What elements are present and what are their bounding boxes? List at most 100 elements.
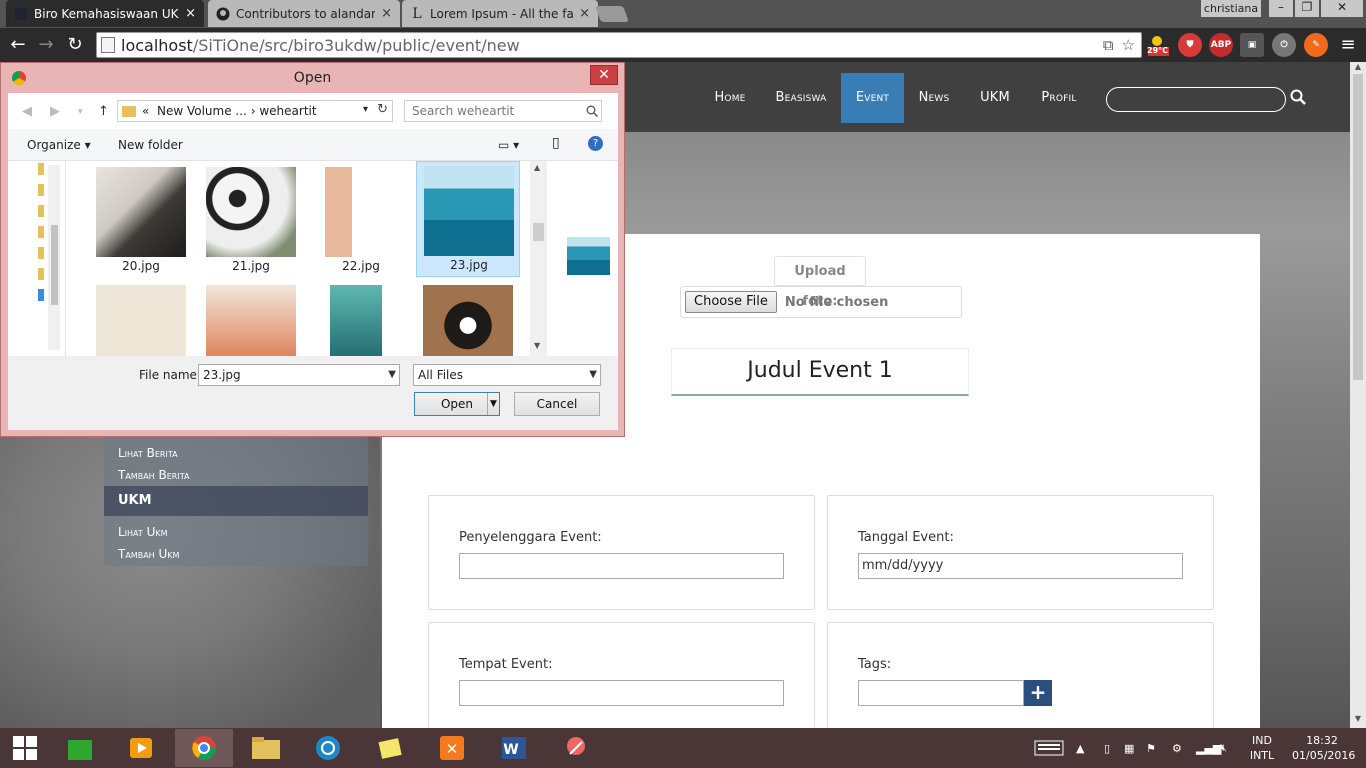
nav-profil[interactable]: Profil bbox=[1036, 73, 1082, 123]
tanggal-input[interactable]: mm/dd/yyyy bbox=[858, 553, 1183, 579]
file-type-dropdown-icon[interactable]: ▼ bbox=[589, 365, 597, 385]
language-indicator[interactable]: IND INTL bbox=[1244, 733, 1280, 763]
reload-icon[interactable]: ↻ bbox=[63, 33, 87, 57]
start-button[interactable] bbox=[0, 729, 50, 767]
taskbar-video-icon[interactable] bbox=[112, 729, 170, 767]
dialog-back-icon[interactable]: ◀ bbox=[22, 104, 32, 119]
scroll-up-icon[interactable]: ▲ bbox=[1350, 62, 1366, 74]
weather-extension-icon[interactable]: 29°C bbox=[1146, 33, 1170, 57]
nav-event[interactable]: Event bbox=[841, 73, 904, 123]
taskbar-word-icon[interactable]: W bbox=[485, 729, 543, 767]
translate-icon[interactable]: ⧉ bbox=[1103, 36, 1114, 54]
search-icon[interactable] bbox=[1290, 89, 1306, 105]
flag-icon[interactable]: ⚑ bbox=[1146, 728, 1156, 768]
network-share-icon[interactable]: ⚙ bbox=[1172, 728, 1182, 768]
taskbar-store-icon[interactable] bbox=[51, 729, 109, 767]
up-folder-icon[interactable]: ↑ bbox=[98, 104, 109, 119]
shield-extension-icon[interactable]: ▣ bbox=[1240, 33, 1264, 57]
path-dropdown-icon[interactable]: ▾ bbox=[363, 104, 368, 115]
window-close-button[interactable]: ✕ bbox=[1321, 0, 1363, 17]
tab-contributors[interactable]: Contributors to alandarm × bbox=[208, 0, 400, 27]
taskbar-sticky-notes-icon[interactable] bbox=[361, 729, 419, 767]
adblock-plus-icon[interactable]: ABP bbox=[1209, 33, 1233, 57]
nav-ukm[interactable]: UKM bbox=[975, 73, 1015, 123]
view-options-icon[interactable]: ▭ ▾ bbox=[498, 138, 519, 152]
action-center-icon[interactable]: ▦ bbox=[1124, 728, 1134, 768]
new-folder-button[interactable]: New folder bbox=[118, 138, 183, 152]
file-item-selected[interactable]: 23.jpg bbox=[416, 161, 520, 277]
site-search-input[interactable] bbox=[1106, 87, 1286, 112]
dialog-close-button[interactable]: ✕ bbox=[590, 65, 618, 85]
scroll-down-icon[interactable]: ▼ bbox=[1350, 714, 1366, 726]
tempat-input[interactable] bbox=[459, 680, 784, 706]
page-scrollbar[interactable]: ▲ ▼ bbox=[1350, 62, 1366, 728]
dialog-forward-icon[interactable]: ▶ bbox=[50, 104, 60, 119]
path-segment-volume[interactable]: New Volume ... bbox=[157, 104, 247, 118]
tab-lorem[interactable]: L Lorem Ipsum - All the fact × bbox=[402, 0, 598, 27]
nav-network-icon[interactable] bbox=[38, 289, 44, 301]
file-name-dropdown-icon[interactable]: ▼ bbox=[388, 365, 396, 385]
file-item[interactable]: 22.jpg bbox=[309, 163, 413, 279]
taskbar-app-icon[interactable] bbox=[299, 729, 357, 767]
open-split-dropdown-icon[interactable]: ▼ bbox=[487, 393, 499, 415]
profile-chip[interactable]: christiana bbox=[1201, 0, 1261, 17]
file-item[interactable] bbox=[416, 281, 520, 356]
recent-dropdown-icon[interactable]: ▾ bbox=[78, 107, 83, 117]
taskbar-snipping-icon[interactable] bbox=[547, 729, 605, 767]
folder-path-box[interactable]: « New Volume ... › weheartit ▾ ↻ bbox=[117, 100, 393, 122]
sidebar-tambah-ukm[interactable]: Tambah Ukm bbox=[118, 547, 179, 561]
refresh-icon[interactable]: ↻ bbox=[377, 102, 388, 117]
organize-button[interactable]: Organize ▾ bbox=[27, 138, 91, 152]
new-tab-button[interactable] bbox=[595, 6, 629, 22]
files-scroll-down-icon[interactable]: ▼ bbox=[534, 341, 540, 350]
nav-folder-icon[interactable] bbox=[38, 184, 44, 196]
taskbar-explorer-icon[interactable] bbox=[237, 729, 295, 767]
nav-folder-icon[interactable] bbox=[38, 163, 44, 175]
penyelenggara-input[interactable] bbox=[459, 553, 784, 579]
nav-news[interactable]: News bbox=[912, 73, 956, 123]
minimize-button[interactable]: – bbox=[1269, 0, 1293, 17]
file-item[interactable]: 21.jpg bbox=[199, 163, 303, 279]
cancel-button[interactable]: Cancel bbox=[514, 392, 600, 416]
nav-folder-icon[interactable] bbox=[38, 268, 44, 280]
wifi-signal-icon[interactable]: ▂▄▆ bbox=[1196, 728, 1221, 768]
bookmark-star-icon[interactable]: ☆ bbox=[1122, 36, 1135, 54]
tab-close-icon[interactable]: × bbox=[579, 6, 590, 21]
sidebar-lihat-berita[interactable]: Lihat Berita bbox=[118, 446, 178, 460]
volume-muted-icon[interactable]: 🔇︎ bbox=[1220, 728, 1227, 768]
file-item[interactable]: 20.jpg bbox=[89, 163, 193, 279]
tags-input[interactable] bbox=[858, 680, 1024, 706]
chrome-menu-icon[interactable]: ≡ bbox=[1336, 33, 1360, 57]
address-bar[interactable]: localhost/SiTiOne/src/biro3ukdw/public/e… bbox=[96, 32, 1142, 58]
nav-beasiswa[interactable]: Beasiswa bbox=[770, 73, 832, 123]
nav-folder-icon[interactable] bbox=[38, 247, 44, 259]
ublock-icon[interactable]: ⛊ bbox=[1178, 33, 1202, 57]
forward-icon[interactable]: → bbox=[34, 33, 58, 57]
files-scroll-up-icon[interactable]: ▲ bbox=[534, 163, 540, 172]
file-item[interactable] bbox=[309, 281, 413, 356]
maximize-button[interactable]: ❐ bbox=[1295, 0, 1319, 17]
scrollbar-thumb[interactable] bbox=[1353, 74, 1363, 380]
navpane-scroll-thumb[interactable] bbox=[51, 225, 58, 305]
back-icon[interactable]: ← bbox=[6, 33, 30, 57]
file-input[interactable]: Choose File No file chosen bbox=[680, 286, 962, 318]
dialog-search-input[interactable]: Search weheartit bbox=[404, 100, 602, 122]
choose-file-button[interactable]: Choose File bbox=[685, 291, 777, 313]
orange-extension-icon[interactable]: ✎ bbox=[1304, 33, 1328, 57]
taskbar-chrome-icon[interactable] bbox=[175, 729, 233, 767]
file-item[interactable] bbox=[89, 281, 193, 356]
navpane-scrollbar[interactable] bbox=[48, 165, 60, 350]
add-tag-button[interactable]: + bbox=[1024, 680, 1052, 706]
tab-close-icon[interactable]: × bbox=[185, 6, 196, 21]
touch-keyboard-icon[interactable] bbox=[1034, 728, 1064, 768]
sidebar-tambah-berita[interactable]: Tambah Berita bbox=[118, 468, 189, 482]
tab-close-icon[interactable]: × bbox=[381, 6, 392, 21]
system-clock[interactable]: 18:32 01/05/2016 bbox=[1292, 733, 1355, 763]
sidebar-lihat-ukm[interactable]: Lihat Ukm bbox=[118, 525, 168, 539]
files-scroll-thumb[interactable] bbox=[533, 223, 544, 241]
help-icon[interactable]: ? bbox=[588, 136, 603, 151]
battery-icon[interactable]: ▯ bbox=[1104, 728, 1110, 768]
file-name-input[interactable]: 23.jpg ▼ bbox=[198, 364, 400, 386]
nav-folder-icon[interactable] bbox=[38, 226, 44, 238]
taskbar-xampp-icon[interactable]: ✕ bbox=[423, 729, 481, 767]
